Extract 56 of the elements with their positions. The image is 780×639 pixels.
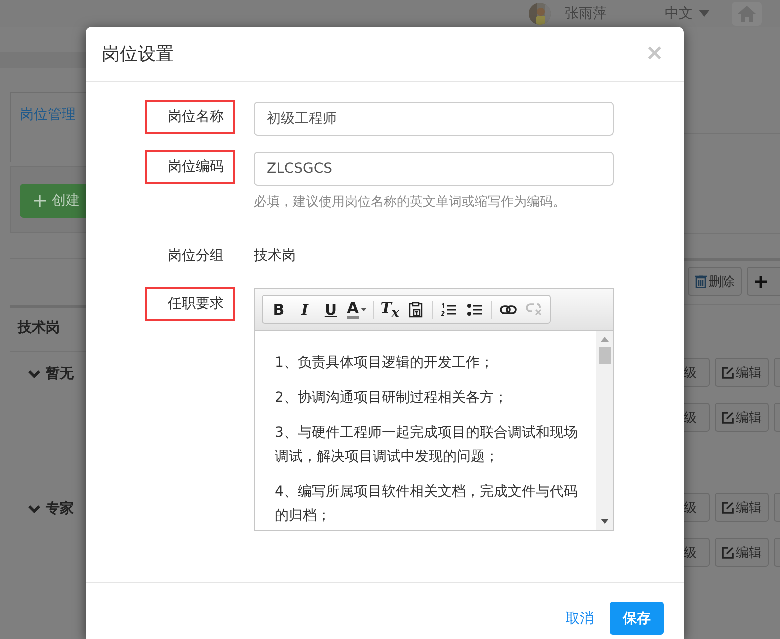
edit-icon: [722, 366, 734, 378]
edit-icon: [722, 502, 734, 514]
numbered-list-icon[interactable]: [441, 302, 457, 316]
scroll-down-icon[interactable]: [600, 519, 608, 524]
field-label: 任职要求: [145, 287, 235, 321]
plus-icon: [755, 276, 767, 288]
level-button[interactable]: 级: [684, 403, 710, 432]
help-text: 必填，建议使用岗位名称的英文单词或缩写作为编码。: [254, 194, 567, 211]
edit-icon: [722, 412, 734, 424]
field-label: 岗位分组: [167, 247, 225, 266]
scrollbar[interactable]: [596, 331, 613, 530]
underline-button[interactable]: U: [318, 298, 344, 320]
level-button[interactable]: 级: [684, 538, 710, 567]
scroll-thumb[interactable]: [598, 347, 610, 364]
language-selector[interactable]: 中文: [665, 4, 693, 22]
clear-format-button[interactable]: T$_{x}$: [377, 298, 403, 320]
paragraph: 1、负责具体项目逻辑的开发工作；: [275, 354, 495, 373]
paragraph: 4、编写所属项目软件相关文档，完成文件与代码的归档；: [275, 483, 579, 526]
edit-button[interactable]: 编辑: [715, 403, 769, 432]
rich-text-editor[interactable]: B I U A T$_{x}$ 1、负责具体项目逻辑的开发工作； 2、协调沟通项目研制过程相关各方； 3、与硬件工程师一起完成项目的联合调试和现场调试，解决项目调试中发现的问题； 4、编写所属项目软件相关文档，完成文件与代码的归档；: [254, 288, 614, 531]
level-button[interactable]: 级: [684, 358, 710, 387]
level-button[interactable]: 级: [684, 493, 710, 522]
plus-icon: [34, 195, 46, 207]
field-label: 岗位名称: [145, 100, 235, 134]
bullet-list-icon[interactable]: [467, 302, 483, 316]
section-header[interactable]: 暂无: [28, 364, 86, 384]
delete-button[interactable]: 删除: [688, 267, 742, 296]
caret-icon: [699, 10, 710, 18]
paragraph: 2、协调沟通项目研制过程相关各方；: [275, 389, 509, 408]
add-button[interactable]: [747, 267, 780, 296]
edit-icon: [722, 546, 734, 558]
scroll-up-icon[interactable]: [600, 337, 608, 342]
bold-button[interactable]: B: [266, 298, 292, 320]
text-field[interactable]: 初级工程师: [254, 102, 614, 136]
clipboard-icon[interactable]: [409, 302, 423, 318]
dialog-title: 岗位设置: [102, 43, 174, 66]
user-name: 张雨萍: [565, 4, 607, 22]
text-color-button[interactable]: A: [344, 298, 370, 320]
create-button[interactable]: 创建: [20, 184, 86, 218]
italic-button[interactable]: I: [292, 298, 318, 320]
save-button[interactable]: 保存: [610, 602, 664, 635]
edit-button[interactable]: 编辑: [715, 538, 769, 567]
edit-button[interactable]: 编辑: [715, 493, 769, 522]
section-header[interactable]: 专家: [28, 499, 86, 519]
paragraph: 3、与硬件工程师一起完成项目的联合调试和现场调试，解决项目调试中发现的问题；: [275, 424, 579, 467]
caret-icon: [360, 308, 367, 312]
chevron-down-icon: [28, 504, 41, 514]
field-value: 技术岗: [254, 247, 297, 265]
edit-button[interactable]: 编辑: [715, 358, 769, 387]
group-title: 技术岗: [18, 319, 61, 338]
link-icon[interactable]: [500, 304, 516, 314]
field-label: 岗位编码: [145, 150, 235, 184]
text-field[interactable]: ZLCSGCS: [254, 152, 614, 186]
trash-icon: [695, 275, 707, 288]
cancel-button[interactable]: 取消: [560, 604, 600, 634]
chevron-down-icon: [28, 370, 41, 378]
